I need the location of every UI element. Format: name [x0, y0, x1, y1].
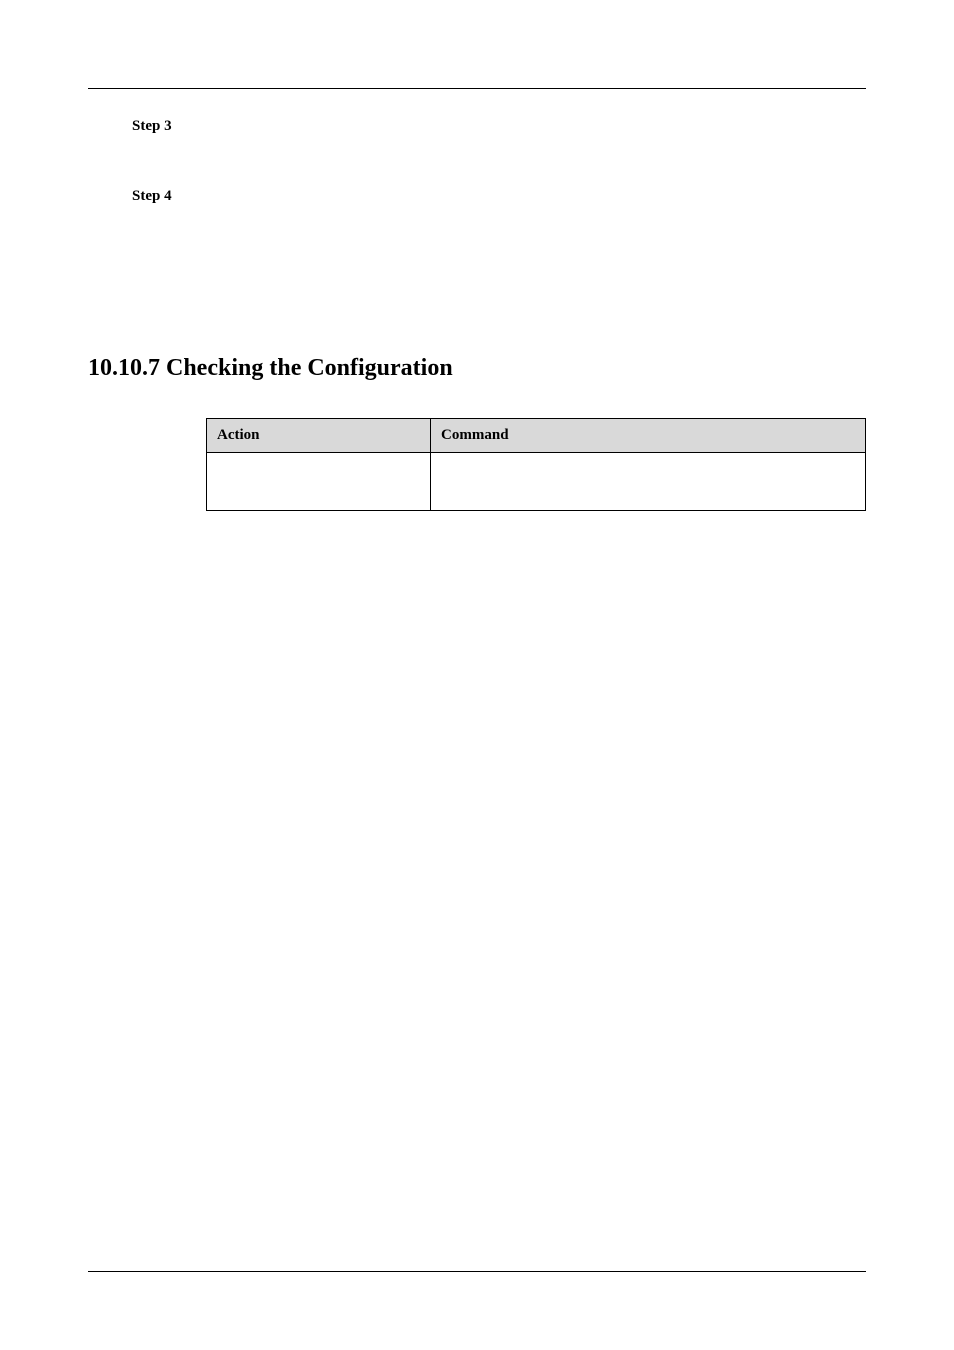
cell-command — [431, 453, 866, 511]
header-rule — [88, 88, 866, 89]
section-heading: 10.10.7 Checking the Configuration — [88, 355, 866, 382]
step-label: Step 4 — [132, 188, 172, 204]
cell-action — [207, 453, 431, 511]
footer-rule — [88, 1271, 866, 1272]
table-row — [207, 453, 866, 511]
page-content: Step 3 Step 4 10.10.7 Checking the Confi… — [0, 0, 954, 511]
table-header-row: Action Command — [207, 419, 866, 453]
step-3-block: Step 3 — [132, 117, 866, 135]
col-header-command: Command — [431, 419, 866, 453]
step-label: Step 3 — [132, 118, 172, 134]
col-header-action: Action — [207, 419, 431, 453]
config-table-wrap: Action Command — [206, 418, 866, 511]
step-4-block: Step 4 — [132, 187, 866, 205]
config-table: Action Command — [206, 418, 866, 511]
